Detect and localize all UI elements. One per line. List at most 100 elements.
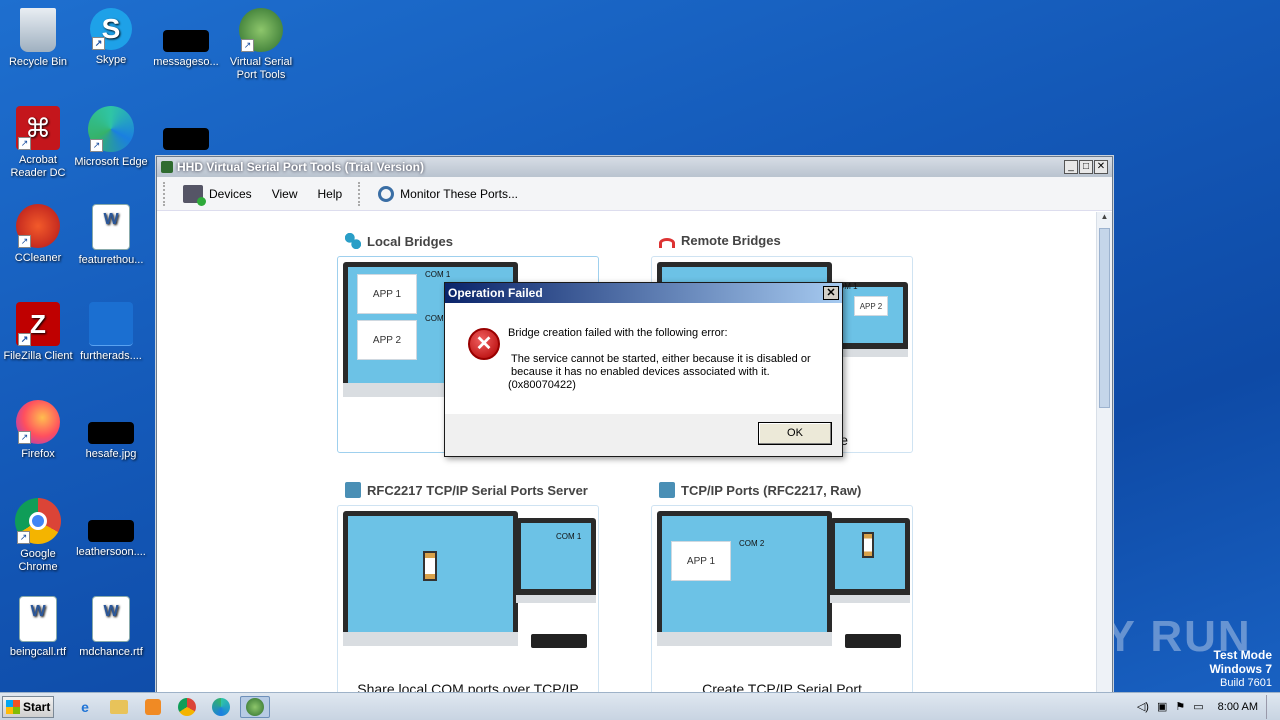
hourglass-icon [423, 551, 437, 581]
menu-devices-label: Devices [209, 186, 252, 201]
app-icon [161, 161, 173, 173]
bridge-icon [345, 233, 361, 249]
taskbar-vspt-icon[interactable] [240, 695, 270, 718]
window-controls: _ □ ✕ [1064, 160, 1108, 174]
desktop-icon-label: Microsoft Edge [74, 156, 148, 168]
desktop-icon-skype[interactable]: S ↗ Skype [73, 8, 149, 67]
volume-icon[interactable]: ◁) [1137, 700, 1149, 713]
section-local-bridges[interactable]: Local Bridges [345, 233, 453, 249]
desktop-icon-recycle-bin[interactable]: Recycle Bin [0, 8, 76, 69]
desktop-icon-filezilla[interactable]: Z ↗ FileZilla Client [0, 302, 76, 363]
desktop-icon-leathersoon[interactable]: leathersoon.... [73, 498, 149, 559]
scroll-thumb[interactable] [1099, 228, 1110, 408]
desktop-icon-acrobat[interactable]: ⌘ ↗ Acrobat Reader DC [0, 106, 76, 180]
desktop-icon-ccleaner[interactable]: ↗ CCleaner [0, 204, 76, 265]
redacted-icon [163, 128, 209, 150]
desktop-icon-beingcall[interactable]: W beingcall.rtf [0, 596, 76, 659]
vertical-scrollbar[interactable]: ▲ [1096, 212, 1112, 695]
desktop-icon-redacted[interactable] [148, 106, 224, 154]
operation-failed-dialog: Operation Failed ✕ ✕ Bridge creation fai… [444, 282, 843, 457]
desktop-icon-label: beingcall.rtf [9, 646, 67, 658]
desktop-icon-featurethou[interactable]: W featurethou... [73, 204, 149, 267]
file-icon [88, 520, 134, 542]
monitor-illustration-small: COM 1 [516, 518, 596, 603]
menu-view[interactable]: View [262, 187, 308, 201]
filezilla-icon: Z ↗ [16, 302, 60, 346]
taskbar-chrome-icon[interactable] [172, 696, 202, 718]
word-doc-icon: W [92, 204, 130, 250]
app2-box: APP 2 [357, 320, 417, 360]
dialog-close-button[interactable]: ✕ [823, 286, 839, 300]
chrome-icon: ↗ [15, 498, 61, 544]
recycle-bin-icon [20, 8, 56, 52]
section-title-label: Local Bridges [367, 233, 453, 249]
dialog-message-line3: (0x80070422) [508, 379, 576, 391]
image-icon [88, 422, 134, 444]
taskbar-explorer-icon[interactable] [104, 696, 134, 718]
devices-icon [183, 184, 206, 206]
window-titlebar[interactable]: HHD Virtual Serial Port Tools (Trial Ver… [157, 157, 1112, 177]
shortcut-arrow-icon: ↗ [241, 39, 254, 52]
desktop-icon-firefox[interactable]: ↗ Firefox [0, 400, 76, 461]
redacted-icon [163, 30, 209, 52]
menu-help[interactable]: Help [307, 187, 352, 201]
ccleaner-icon: ↗ [16, 204, 60, 248]
section-remote-bridges[interactable]: Remote Bridges [659, 233, 781, 248]
com-label: COM 1 [556, 532, 582, 541]
shortcut-arrow-icon: ↗ [18, 235, 31, 248]
shortcut-arrow-icon: ↗ [90, 139, 103, 152]
word-doc-icon: W [92, 596, 130, 642]
system-tray: ◁) ▣ ⚑ ▭ 8:00 AM [1137, 693, 1280, 720]
desktop-icon-edge[interactable]: ↗ Microsoft Edge [73, 106, 149, 169]
error-icon: ✕ [468, 328, 500, 360]
desktop-icon-label: FileZilla Client [3, 350, 73, 362]
monitor-illustration-small: APP 2 OM 1 [838, 282, 908, 357]
watermark-line1: Test Mode [1213, 648, 1272, 662]
monitor-illustration-small [830, 518, 910, 603]
taskbar-ie-icon[interactable]: e [70, 696, 100, 718]
desktop-icon-hesafe[interactable]: hesafe.jpg [73, 400, 149, 461]
hourglass-icon [862, 532, 874, 558]
toolbar-grip[interactable] [163, 181, 167, 206]
desktop-icon-mdchance[interactable]: W mdchance.rtf [73, 596, 149, 659]
card-rfc-server[interactable]: COM 1 Share local COM ports over TCP/IP [337, 505, 599, 702]
printer-icon [345, 482, 361, 498]
monitor-illustration: APP 1 COM 2 [657, 511, 832, 646]
minimize-button[interactable]: _ [1064, 160, 1078, 174]
wifi-icon [659, 237, 675, 248]
desktop-icon-label: furtherads.... [80, 350, 142, 362]
desktop-icon-furtherads[interactable]: furtherads.... [73, 302, 149, 363]
desktop-icon-virtual-serial-port-tools[interactable]: ↗ Virtual Serial Port Tools [223, 8, 299, 82]
edge-icon: ↗ [88, 106, 134, 152]
dialog-titlebar[interactable]: Operation Failed ✕ [445, 283, 842, 303]
desktop-icon-chrome[interactable]: ↗ Google Chrome [0, 498, 76, 574]
desktop-icon-label: hesafe.jpg [85, 448, 137, 460]
network-icon[interactable]: ▣ [1157, 700, 1167, 713]
test-mode-watermark: Test Mode Windows 7 Build 7601 [1209, 649, 1272, 690]
virtual-serial-port-tools-icon: ↗ [239, 8, 283, 52]
close-button[interactable]: ✕ [1094, 160, 1108, 174]
windows-logo-icon [6, 699, 20, 714]
section-rfc-server[interactable]: RFC2217 TCP/IP Serial Ports Server [345, 482, 588, 498]
desktop-icon-label: Recycle Bin [8, 56, 68, 68]
card-tcpip-ports[interactable]: APP 1 COM 2 Create TCP/IP Serial Port [651, 505, 913, 702]
monitor-icon[interactable]: ▭ [1193, 700, 1203, 713]
menu-devices[interactable]: Devices [173, 184, 262, 206]
monitor-ports-label: Monitor These Ports... [400, 186, 518, 201]
start-button[interactable]: Start [2, 695, 54, 718]
show-desktop-button[interactable] [1266, 694, 1280, 719]
taskbar-media-player-icon[interactable] [138, 696, 168, 718]
shortcut-arrow-icon: ↗ [92, 37, 105, 50]
toolbar-grip[interactable] [358, 181, 362, 206]
clock[interactable]: 8:00 AM [1218, 701, 1258, 713]
section-tcpip-ports[interactable]: TCP/IP Ports (RFC2217, Raw) [659, 482, 861, 498]
scroll-up-icon[interactable]: ▲ [1097, 212, 1112, 226]
monitor-ports-button[interactable]: Monitor These Ports... [368, 185, 528, 202]
maximize-button[interactable]: □ [1079, 160, 1093, 174]
desktop-icon-messageso[interactable]: messageso... [148, 8, 224, 69]
menubar: Devices View Help Monitor These Ports... [157, 177, 1112, 211]
ok-button[interactable]: OK [758, 422, 832, 445]
flag-icon[interactable]: ⚑ [1175, 700, 1185, 713]
monitor-illustration [343, 511, 518, 646]
taskbar-edge-icon[interactable] [206, 696, 236, 718]
